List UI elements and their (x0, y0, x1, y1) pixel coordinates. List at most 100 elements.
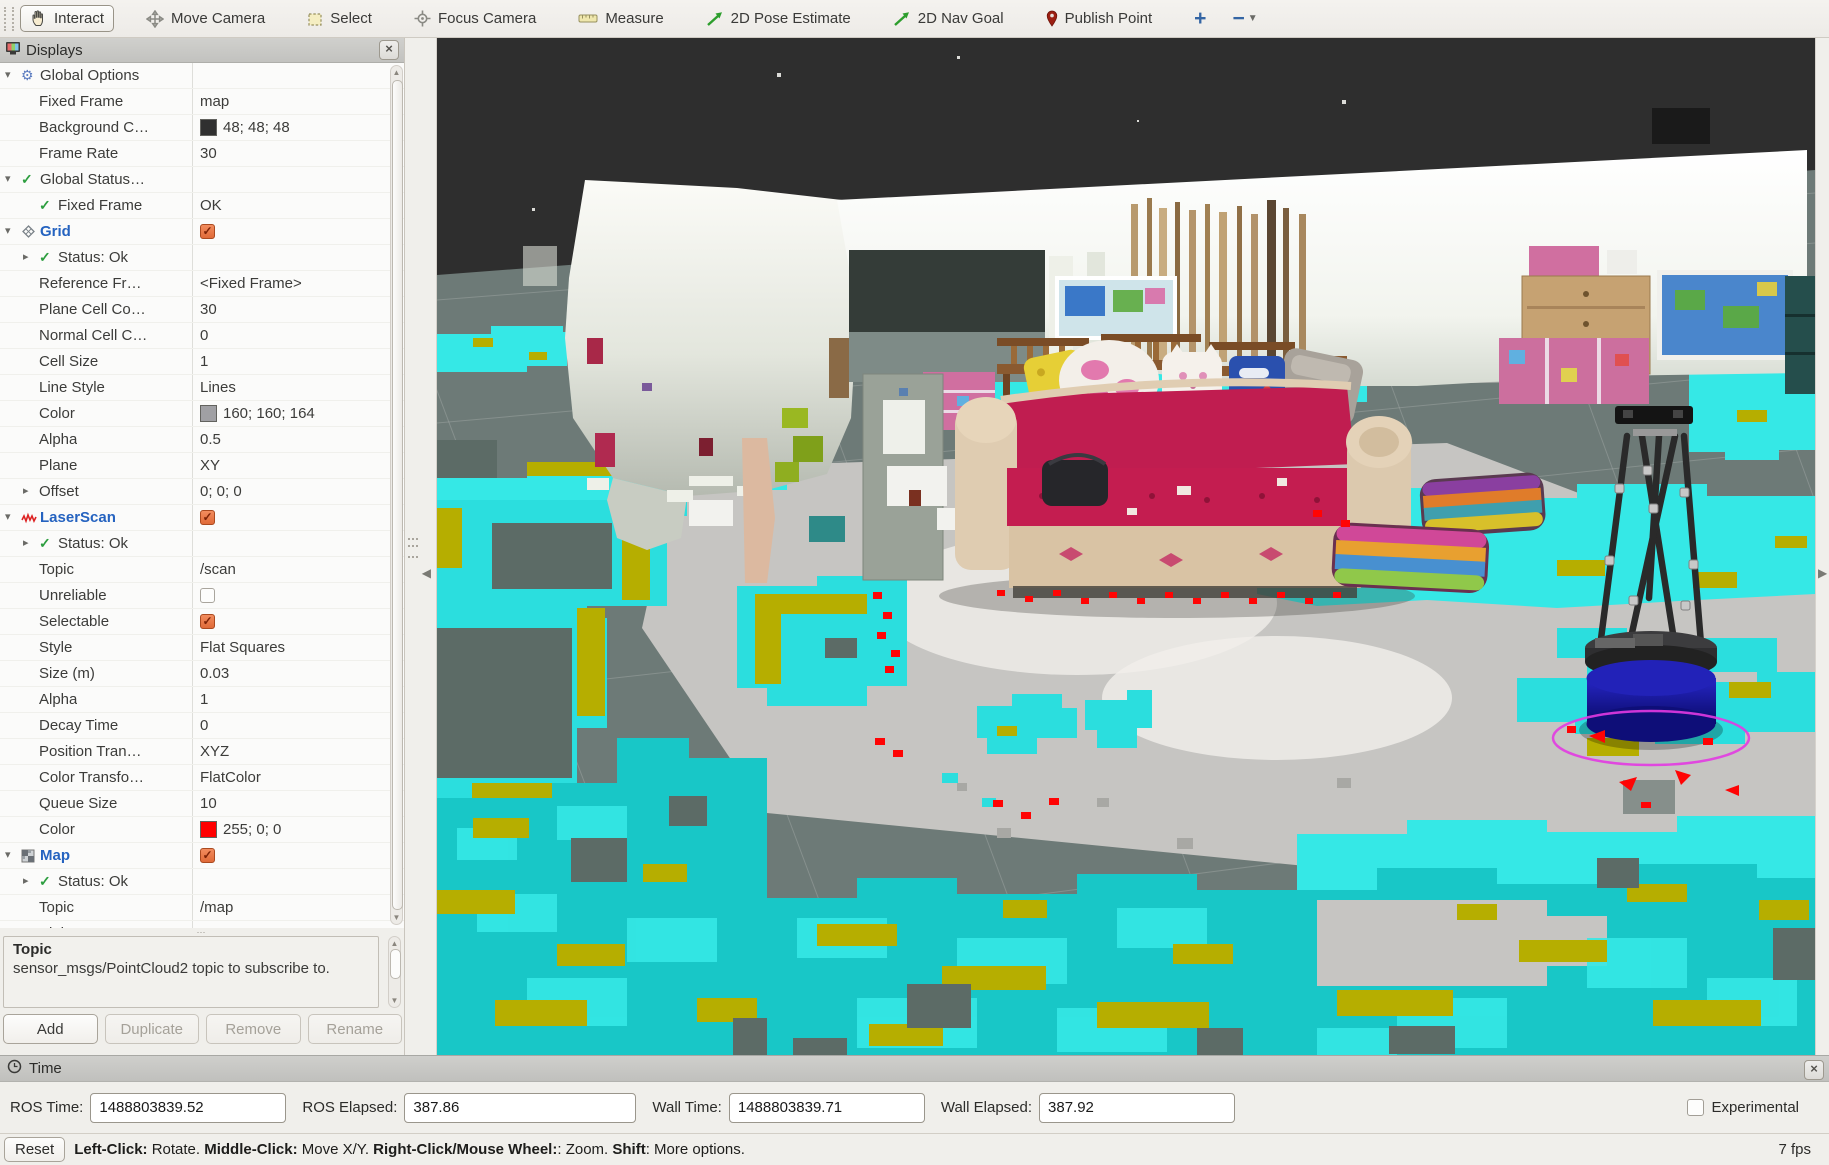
select-tool-button[interactable]: Select (297, 5, 382, 32)
property-value[interactable] (193, 167, 404, 192)
scroll-down-icon[interactable]: ▼ (389, 996, 400, 1005)
tree-row[interactable]: Queue Size10 (0, 791, 404, 817)
property-value[interactable]: 1 (193, 349, 404, 374)
tree-row[interactable]: Color255; 0; 0 (0, 817, 404, 843)
tree-row[interactable]: ▾LaserScan✓ (0, 505, 404, 531)
scrollbar-thumb[interactable] (390, 949, 401, 979)
checkbox-checked[interactable]: ✓ (200, 224, 215, 239)
scrollbar-thumb[interactable] (392, 80, 403, 910)
property-value[interactable]: 0; 0; 0 (193, 479, 404, 504)
checkbox-checked[interactable]: ✓ (200, 614, 215, 629)
pose-estimate-tool-button[interactable]: 2D Pose Estimate (696, 5, 861, 32)
tree-scrollbar[interactable]: ▲ ▼ (390, 65, 403, 925)
property-value[interactable]: 30 (193, 141, 404, 166)
collapse-right-icon[interactable]: ▶ (1818, 566, 1827, 580)
ros-time-input[interactable] (90, 1093, 286, 1123)
description-scrollbar[interactable]: ▲ ▼ (388, 936, 401, 1008)
property-value[interactable]: 10 (193, 791, 404, 816)
expander-down-icon[interactable]: ▾ (5, 505, 21, 530)
expander-right-icon[interactable]: ▸ (23, 869, 39, 894)
remove-display-button[interactable]: Remove (206, 1014, 301, 1044)
tree-row[interactable]: Plane Cell Co…30 (0, 297, 404, 323)
property-value[interactable]: 255; 0; 0 (193, 817, 404, 842)
tree-row[interactable]: ▾Map✓ (0, 843, 404, 869)
property-value[interactable]: ✓ (193, 609, 404, 634)
property-value[interactable]: <Fixed Frame> (193, 271, 404, 296)
publish-point-tool-button[interactable]: Publish Point (1036, 5, 1163, 32)
expander-down-icon[interactable]: ▾ (5, 219, 21, 244)
checkbox-checked[interactable]: ✓ (200, 510, 215, 525)
tree-description-splitter[interactable]: ⋯ (0, 928, 404, 936)
tree-row[interactable]: Cell Size1 (0, 349, 404, 375)
expander-right-icon[interactable]: ▸ (23, 479, 39, 504)
tree-row[interactable]: Background C…48; 48; 48 (0, 115, 404, 141)
tree-row[interactable]: Frame Rate30 (0, 141, 404, 167)
property-value[interactable]: 48; 48; 48 (193, 115, 404, 140)
tree-row[interactable]: ▸✓Status: Ok (0, 245, 404, 271)
property-value[interactable]: Lines (193, 375, 404, 400)
property-value[interactable] (193, 531, 404, 556)
time-panel-header[interactable]: Time × (0, 1055, 1829, 1082)
tree-row[interactable]: ▸✓Status: Ok (0, 531, 404, 557)
tree-row[interactable]: Fixed Framemap (0, 89, 404, 115)
panel-splitter[interactable]: ◀ (405, 38, 437, 1055)
ros-elapsed-input[interactable] (404, 1093, 636, 1123)
tree-row[interactable]: Alpha1 (0, 687, 404, 713)
tree-row[interactable]: ✓Fixed FrameOK (0, 193, 404, 219)
tree-row[interactable]: Line StyleLines (0, 375, 404, 401)
property-value[interactable]: 0.5 (193, 427, 404, 452)
property-value[interactable] (193, 583, 404, 608)
measure-tool-button[interactable]: Measure (568, 5, 673, 32)
scroll-up-icon[interactable]: ▲ (391, 68, 402, 77)
property-value[interactable]: XY (193, 453, 404, 478)
property-value[interactable]: /map (193, 895, 404, 920)
tree-row[interactable]: Color160; 160; 164 (0, 401, 404, 427)
focus-camera-tool-button[interactable]: Focus Camera (404, 5, 546, 32)
tree-row[interactable]: PlaneXY (0, 453, 404, 479)
chevron-down-icon[interactable]: ▼ (1248, 13, 1258, 24)
reset-button[interactable]: Reset (4, 1137, 65, 1162)
3d-viewport[interactable] (437, 38, 1815, 1055)
nav-goal-tool-button[interactable]: 2D Nav Goal (883, 5, 1014, 32)
property-value[interactable]: 0 (193, 713, 404, 738)
expander-down-icon[interactable]: ▾ (5, 63, 21, 88)
move-camera-tool-button[interactable]: Move Camera (136, 5, 275, 33)
property-value[interactable] (193, 869, 404, 894)
tree-row[interactable]: Alpha0.5 (0, 427, 404, 453)
toolbar-grip-handle[interactable] (4, 7, 14, 31)
tree-row[interactable]: ▾✓Global Status… (0, 167, 404, 193)
tree-row[interactable]: Topic/map (0, 895, 404, 921)
property-value[interactable]: 30 (193, 297, 404, 322)
property-value[interactable]: 0 (193, 323, 404, 348)
add-display-button[interactable]: Add (3, 1014, 98, 1044)
tree-row[interactable]: Reference Fr…<Fixed Frame> (0, 271, 404, 297)
property-value[interactable]: FlatColor (193, 765, 404, 790)
property-value[interactable]: 0.7 (193, 921, 404, 928)
right-panel-strip[interactable]: ▶ (1815, 38, 1829, 1055)
displays-tree[interactable]: ▾⚙Global OptionsFixed FramemapBackground… (0, 63, 404, 928)
displays-panel-header[interactable]: Displays × (0, 38, 404, 63)
tree-row[interactable]: Topic/scan (0, 557, 404, 583)
close-icon[interactable]: × (379, 40, 399, 60)
interact-tool-button[interactable]: Interact (20, 5, 114, 32)
experimental-checkbox[interactable] (1687, 1099, 1704, 1116)
property-value[interactable]: 1 (193, 687, 404, 712)
wall-time-input[interactable] (729, 1093, 925, 1123)
checkbox-unchecked[interactable] (200, 588, 215, 603)
property-value[interactable]: 0.03 (193, 661, 404, 686)
tree-row[interactable]: Unreliable (0, 583, 404, 609)
property-value[interactable]: 160; 160; 164 (193, 401, 404, 426)
expander-right-icon[interactable]: ▸ (23, 531, 39, 556)
tree-row[interactable]: Position Tran…XYZ (0, 739, 404, 765)
property-value[interactable]: XYZ (193, 739, 404, 764)
property-value[interactable]: ✓ (193, 505, 404, 530)
tree-row[interactable]: Color Transfo…FlatColor (0, 765, 404, 791)
tree-row[interactable]: ▾Grid✓ (0, 219, 404, 245)
add-tool-button[interactable]: + (1194, 7, 1206, 31)
checkbox-checked[interactable]: ✓ (200, 848, 215, 863)
tree-row[interactable]: Selectable✓ (0, 609, 404, 635)
tree-row[interactable]: ▸Offset0; 0; 0 (0, 479, 404, 505)
tree-row[interactable]: Decay Time0 (0, 713, 404, 739)
wall-elapsed-input[interactable] (1039, 1093, 1235, 1123)
scroll-up-icon[interactable]: ▲ (389, 939, 400, 948)
